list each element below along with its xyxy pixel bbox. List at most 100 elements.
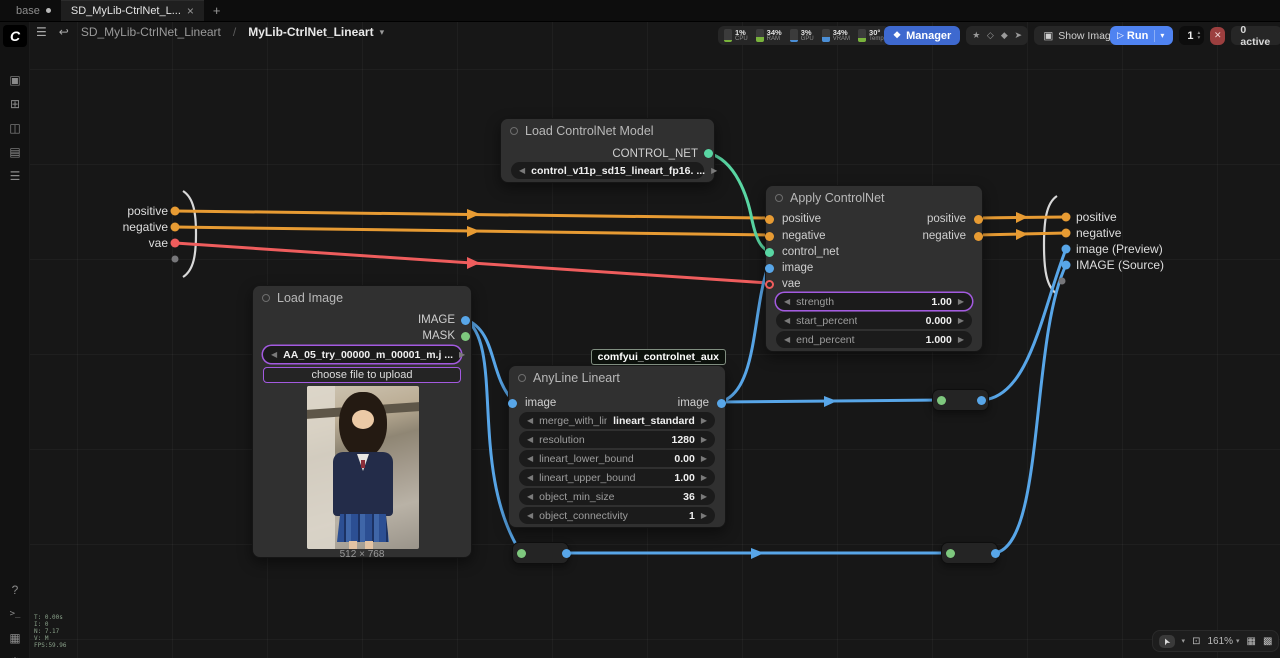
breadcrumb-current[interactable]: MyLib-CtrlNet_Lineart ▾	[248, 25, 384, 39]
cancel-run-button[interactable]: ✕	[1210, 27, 1225, 45]
subgraph-output-image-preview[interactable]: image (Preview)	[1076, 243, 1163, 256]
node-title-bar[interactable]: AnyLine Lineart	[509, 366, 725, 390]
arrow-right-icon[interactable]: ▶	[701, 511, 707, 520]
select-tool-button[interactable]: ➤	[1159, 635, 1175, 648]
subgraph-output-image-source[interactable]: IMAGE (Source)	[1076, 259, 1164, 272]
node-anyline-lineart[interactable]: comfyui_controlnet_aux AnyLine Lineart i…	[508, 365, 726, 528]
arrow-left-icon[interactable]: ◀	[784, 335, 790, 344]
node-apply-controlnet[interactable]: Apply ControlNet positive negative contr…	[765, 185, 983, 352]
subgraph-input-vae[interactable]: vae	[98, 237, 168, 250]
arrow-right-icon[interactable]: ▶	[958, 316, 964, 325]
input-port-vae[interactable]	[765, 280, 774, 289]
terminal-icon[interactable]: >_	[0, 604, 30, 624]
widget-lineart-upper-bound[interactable]: ◀ lineart_upper_bound 1.00 ▶	[519, 469, 715, 486]
output-port-positive[interactable]	[974, 215, 983, 224]
widget-strength[interactable]: ◀ strength 1.00 ▶	[776, 293, 972, 310]
node-title-bar[interactable]: Load ControlNet Model	[501, 119, 714, 143]
reroute-output-port[interactable]	[562, 549, 571, 558]
fit-view-button[interactable]: ⊡	[1192, 636, 1200, 647]
widget-object-connectivity[interactable]: ◀ object_connectivity 1 ▶	[519, 507, 715, 524]
arrow-right-icon[interactable]: ▶	[459, 350, 465, 359]
input-port-positive[interactable]	[765, 215, 774, 224]
input-port-image[interactable]	[765, 264, 774, 273]
reroute-node[interactable]	[932, 389, 989, 411]
arrow-right-icon[interactable]: ▶	[701, 435, 707, 444]
arrow-right-icon[interactable]: ▶	[958, 335, 964, 344]
collapse-dot-icon[interactable]	[775, 194, 783, 202]
output-port-image[interactable]	[717, 399, 726, 408]
node-title-bar[interactable]: Load Image	[253, 286, 471, 310]
shortcuts-icon[interactable]: ▦	[0, 628, 30, 648]
templates-icon[interactable]: ☰	[0, 166, 30, 186]
grid-toggle-button[interactable]: ▦	[1247, 636, 1256, 647]
step-down-icon[interactable]: ▾	[1197, 36, 1200, 41]
drag-handle-icon[interactable]: ∷	[1096, 29, 1104, 42]
arrow-left-icon[interactable]: ◀	[519, 166, 525, 175]
arrow-left-icon[interactable]: ◀	[784, 316, 790, 325]
queue-icon[interactable]: ▣	[0, 70, 30, 90]
subgraph-input-negative[interactable]: negative	[98, 221, 168, 234]
run-button[interactable]: ▷ Run ▾	[1110, 26, 1173, 45]
comfyui-logo[interactable]: C	[3, 25, 27, 47]
minimap-toggle-button[interactable]: ▩	[1263, 636, 1272, 647]
graph-canvas[interactable]	[0, 0, 1280, 658]
tool-chevron-icon[interactable]: ▾	[1182, 637, 1186, 645]
star-icon[interactable]: ★	[969, 30, 983, 41]
arrow-right-icon[interactable]: ▶	[701, 473, 707, 482]
batch-count-stepper[interactable]: 1 ▴ ▾	[1179, 26, 1204, 45]
widget-resolution[interactable]: ◀ resolution 1280 ▶	[519, 431, 715, 448]
widget-start-percent[interactable]: ◀ start_percent 0.000 ▶	[776, 312, 972, 329]
models-icon[interactable]: ◆	[997, 30, 1011, 41]
reroute-input-port[interactable]	[946, 549, 955, 558]
arrow-right-icon[interactable]: ▶	[701, 416, 707, 425]
reroute-node[interactable]	[941, 542, 998, 564]
arrow-left-icon[interactable]: ◀	[271, 350, 277, 359]
widget-object-min-size[interactable]: ◀ object_min_size 36 ▶	[519, 488, 715, 505]
collapse-dot-icon[interactable]	[510, 127, 518, 135]
subgraph-input-positive[interactable]: positive	[98, 205, 168, 218]
subgraph-output-positive[interactable]: positive	[1076, 211, 1117, 224]
custom-nodes-icon[interactable]: ◇	[983, 30, 997, 41]
settings-gear-icon[interactable]: ⚙	[0, 652, 30, 658]
arrow-left-icon[interactable]: ◀	[527, 473, 533, 482]
run-options-chevron-icon[interactable]: ▾	[1155, 31, 1169, 40]
workflows-icon[interactable]: ▤	[0, 142, 30, 162]
input-port-negative[interactable]	[765, 232, 774, 241]
reroute-input-port[interactable]	[937, 396, 946, 405]
new-tab-button[interactable]: +	[204, 0, 230, 21]
model-library-icon[interactable]: ◫	[0, 118, 30, 138]
input-port-image[interactable]	[508, 399, 517, 408]
zoom-level-button[interactable]: 161% ▾	[1207, 636, 1239, 647]
arrow-left-icon[interactable]: ◀	[527, 511, 533, 520]
widget-end-percent[interactable]: ◀ end_percent 1.000 ▶	[776, 331, 972, 348]
output-port-mask[interactable]	[461, 332, 470, 341]
collapse-dot-icon[interactable]	[518, 374, 526, 382]
arrow-left-icon[interactable]: ◀	[527, 435, 533, 444]
hamburger-icon[interactable]: ☰	[36, 25, 47, 39]
widget-merge-with-lineart[interactable]: ◀ merge_with_lin... lineart_standard ▶	[519, 412, 715, 429]
node-library-icon[interactable]: ⊞	[0, 94, 30, 114]
arrow-left-icon[interactable]: ◀	[527, 454, 533, 463]
widget-image-filename[interactable]: ◀ AA_05_try_00000_m_00001_m.j ... ▶	[263, 346, 461, 363]
arrow-right-icon[interactable]: ▶	[701, 492, 707, 501]
reroute-node[interactable]	[512, 542, 569, 564]
arrow-right-icon[interactable]: ▶	[711, 166, 717, 175]
undo-icon[interactable]: ↩	[59, 25, 69, 39]
arrow-right-icon[interactable]: ▶	[701, 454, 707, 463]
tab-base[interactable]: base	[6, 0, 61, 21]
close-tab-icon[interactable]: ×	[187, 4, 194, 18]
widget-controlnet-name[interactable]: ◀ control_v11p_sd15_lineart_fp16. ... ▶	[511, 162, 704, 179]
tab-active-workflow[interactable]: SD_MyLib-CtrlNet_L... ×	[61, 0, 204, 21]
help-icon[interactable]: ?	[0, 580, 30, 600]
collapse-dot-icon[interactable]	[262, 294, 270, 302]
widget-lineart-lower-bound[interactable]: ◀ lineart_lower_bound 0.00 ▶	[519, 450, 715, 467]
reroute-output-port[interactable]	[991, 549, 1000, 558]
output-port-control-net[interactable]	[704, 149, 713, 158]
reroute-output-port[interactable]	[977, 396, 986, 405]
node-load-image[interactable]: Load Image IMAGE MASK ◀ AA_05_try_00000_…	[252, 285, 472, 558]
input-port-control-net[interactable]	[765, 248, 774, 257]
reroute-input-port[interactable]	[517, 549, 526, 558]
output-port-negative[interactable]	[974, 232, 983, 241]
arrow-left-icon[interactable]: ◀	[527, 416, 533, 425]
arrow-right-icon[interactable]: ▶	[958, 297, 964, 306]
